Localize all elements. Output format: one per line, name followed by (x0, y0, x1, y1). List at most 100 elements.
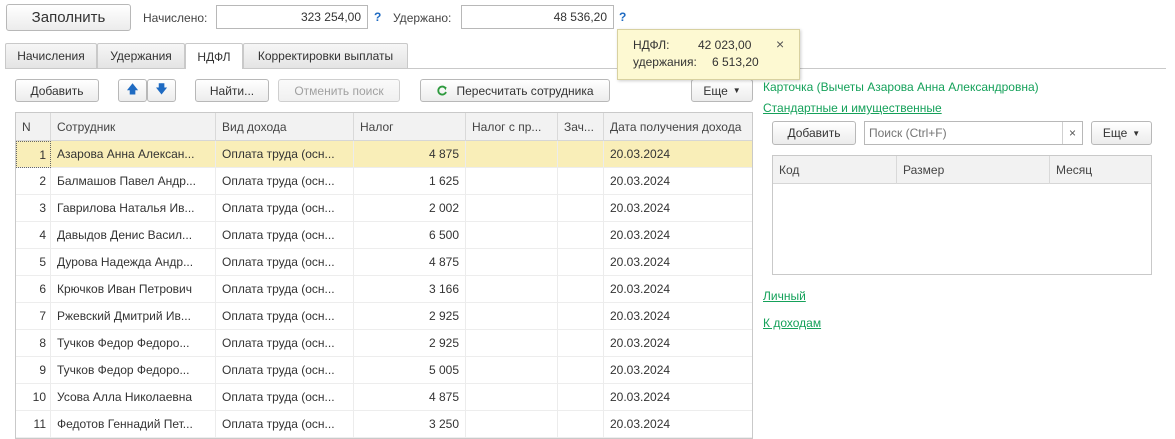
cell-tax-pr (466, 276, 558, 303)
tab-withholdings[interactable]: Удержания (97, 43, 185, 68)
cell-tax-pr (466, 357, 558, 384)
cell-tax-pr (466, 384, 558, 411)
table-row[interactable]: 11 Федотов Геннадий Пет... Оплата труда (о… (16, 411, 752, 438)
cancel-search-button[interactable]: Отменить поиск (278, 79, 400, 102)
close-icon[interactable]: × (776, 36, 784, 52)
table-row[interactable]: 4 Давыдов Денис Васил... Оплата труда (осн… (16, 222, 752, 249)
column-header-income-date[interactable]: Дата получения дохода (604, 113, 752, 141)
column-header-amount[interactable]: Размер (897, 156, 1050, 184)
cell-n: 5 (16, 249, 51, 276)
cell-income-date: 20.03.2024 (604, 330, 752, 357)
cell-zach (558, 168, 604, 195)
cell-n: 7 (16, 303, 51, 330)
cell-zach (558, 222, 604, 249)
clear-search-icon[interactable]: × (1062, 122, 1082, 144)
tab-ndfl[interactable]: НДФЛ (185, 43, 243, 69)
cell-employee: Тучков Федор Федоро... (51, 357, 216, 384)
caret-down-icon: ▼ (732, 86, 741, 95)
tooltip-ndfl-label: НДФЛ: (633, 38, 670, 52)
add-row-button[interactable]: Добавить (15, 79, 99, 102)
cell-income-type: Оплата труда (осн... (216, 330, 354, 357)
table-row[interactable]: 3 Гаврилова Наталья Ив... Оплата труда (ос… (16, 195, 752, 222)
column-header-month[interactable]: Месяц (1050, 156, 1151, 184)
column-header-tax[interactable]: Налог (354, 113, 466, 141)
cell-tax-pr (466, 330, 558, 357)
cell-n: 9 (16, 357, 51, 384)
cell-income-date: 20.03.2024 (604, 384, 752, 411)
more-label: Еще (703, 83, 728, 98)
find-button[interactable]: Найти... (195, 79, 269, 102)
more-button[interactable]: Еще ▼ (691, 79, 753, 102)
table-row[interactable]: 8 Тучков Федор Федоро... Оплата труда (осн… (16, 330, 752, 357)
tooltip-withheld-label: удержания: (633, 55, 697, 69)
table-row[interactable]: 1 Азарова Анна Алексан... Оплата труда (ос… (16, 141, 752, 168)
cell-tax: 4 875 (354, 141, 466, 168)
cell-income-type: Оплата труда (осн... (216, 357, 354, 384)
cell-employee: Дурова Надежда Андр... (51, 249, 216, 276)
tooltip-withheld-value: 6 513,20 (712, 55, 759, 69)
withheld-help-icon[interactable]: ? (619, 10, 626, 24)
table-row[interactable]: 7 Ржевский Дмитрий Ив... Оплата труда (осн… (16, 303, 752, 330)
caret-down-icon: ▼ (1132, 128, 1141, 138)
cell-n: 6 (16, 276, 51, 303)
cell-tax-pr (466, 141, 558, 168)
tab-payment-corrections[interactable]: Корректировки выплаты (243, 43, 408, 68)
arrow-down-icon: 🡇 (155, 82, 168, 96)
cell-tax: 2 925 (354, 330, 466, 357)
arrow-up-icon: 🡅 (126, 82, 139, 96)
cell-income-date: 20.03.2024 (604, 249, 752, 276)
to-income-link[interactable]: К доходам (763, 316, 821, 330)
column-header-income-type[interactable]: Вид дохода (216, 113, 354, 141)
search-input[interactable] (865, 122, 1059, 144)
cell-income-type: Оплата труда (осн... (216, 141, 354, 168)
table-row[interactable]: 10 Усова Алла Николаевна Оплата труда (осн… (16, 384, 752, 411)
personal-deductions-link[interactable]: Личный (763, 289, 806, 303)
column-header-n[interactable]: N (16, 113, 51, 141)
move-up-button[interactable]: 🡅 (118, 79, 147, 102)
deductions-more-label: Еще (1102, 126, 1128, 140)
cell-n: 1 (16, 141, 51, 168)
move-down-button[interactable]: 🡇 (147, 79, 176, 102)
withheld-field[interactable]: 48 536,20 (461, 5, 614, 29)
table-row[interactable]: 6 Крючков Иван Петрович Оплата труда (осн.… (16, 276, 752, 303)
cell-income-date: 20.03.2024 (604, 303, 752, 330)
cell-employee: Давыдов Денис Васил... (51, 222, 216, 249)
cell-income-type: Оплата труда (осн... (216, 384, 354, 411)
accrued-value: 323 254,00 (300, 10, 361, 24)
accrued-label: Начислено: (143, 11, 208, 25)
recalculate-label: Пересчитать сотрудника (456, 83, 594, 98)
accrued-help-icon[interactable]: ? (374, 10, 381, 24)
add-deduction-button[interactable]: Добавить (772, 121, 856, 145)
fill-button[interactable]: Заполнить (6, 4, 131, 31)
cell-tax: 3 250 (354, 411, 466, 438)
standard-deductions-link[interactable]: Стандартные и имущественные (763, 101, 942, 115)
cell-employee: Усова Алла Николаевна (51, 384, 216, 411)
accrued-field[interactable]: 323 254,00 (216, 5, 368, 29)
withheld-value: 48 536,20 (553, 10, 607, 24)
cell-income-type: Оплата труда (осн... (216, 195, 354, 222)
cell-tax: 4 875 (354, 384, 466, 411)
column-header-zach[interactable]: Зач... (558, 113, 604, 141)
totals-tooltip: НДФЛ: 42 023,00 удержания: 6 513,20 × (617, 29, 800, 80)
column-header-employee[interactable]: Сотрудник (51, 113, 216, 141)
cell-tax: 6 500 (354, 222, 466, 249)
table-row[interactable]: 2 Балмашов Павел Андр... Оплата труда (осн… (16, 168, 752, 195)
recalculate-employee-button[interactable]: Пересчитать сотрудника (420, 79, 610, 102)
cell-zach (558, 195, 604, 222)
column-header-tax-pr[interactable]: Налог с пр... (466, 113, 558, 141)
ndfl-table[interactable]: N Сотрудник Вид дохода Налог Налог с пр.… (15, 112, 753, 439)
deductions-table[interactable]: Код Размер Месяц (772, 155, 1152, 275)
refresh-icon (437, 85, 448, 95)
cell-employee: Азарова Анна Алексан... (51, 141, 216, 168)
cell-tax-pr (466, 195, 558, 222)
cell-zach (558, 384, 604, 411)
tab-accruals[interactable]: Начисления (5, 43, 97, 68)
cell-tax-pr (466, 411, 558, 438)
search-field[interactable]: × (864, 121, 1083, 145)
cell-income-type: Оплата труда (осн... (216, 168, 354, 195)
column-header-code[interactable]: Код (773, 156, 897, 184)
deductions-more-button[interactable]: Еще ▼ (1091, 121, 1152, 145)
tab-divider (5, 68, 1166, 69)
table-row[interactable]: 9 Тучков Федор Федоро... Оплата труда (осн… (16, 357, 752, 384)
table-row[interactable]: 5 Дурова Надежда Андр... Оплата труда (осн… (16, 249, 752, 276)
